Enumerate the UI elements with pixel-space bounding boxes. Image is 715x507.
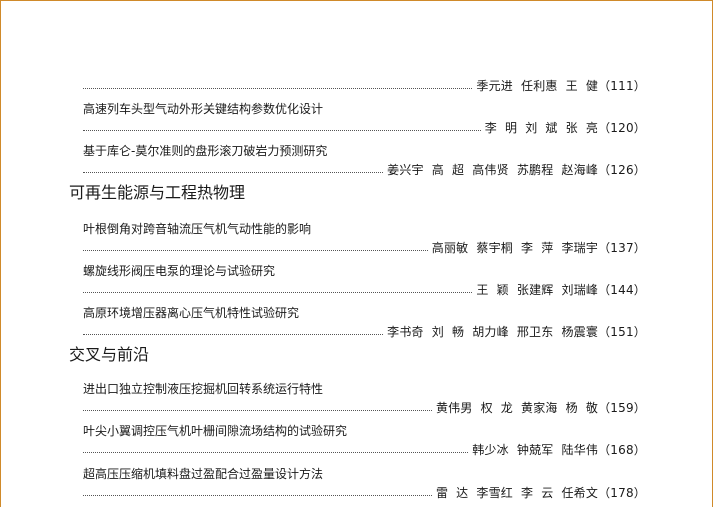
toc-title[interactable]: 基于库仑-莫尔准则的盘形滚刀破岩力预测研究 [83, 144, 327, 158]
toc-authors: 韩少冰 钟兢军 陆华伟（168） [472, 443, 646, 457]
toc-authors: 李 明 刘 斌 张 亮（120） [484, 121, 646, 135]
leader-dots [83, 291, 473, 293]
leader-dots [83, 409, 432, 411]
toc-author-line: 李书奇 刘 畅 胡力峰 邢卫东 杨震寰（151） [83, 323, 646, 339]
toc-authors: 姜兴宇 高 超 高伟贤 苏鹏程 赵海峰（126） [387, 163, 646, 177]
toc-authors: 李书奇 刘 畅 胡力峰 邢卫东 杨震寰（151） [387, 325, 646, 339]
toc-author-line: 黄伟男 权 龙 黄家海 杨 敬（159） [83, 399, 646, 415]
toc-author-line: 王 颖 张建辉 刘瑞峰（144） [83, 281, 646, 297]
toc-authors: 王 颖 张建辉 刘瑞峰（144） [476, 283, 646, 297]
toc-title[interactable]: 螺旋线形阀压电泵的理论与试验研究 [83, 264, 275, 278]
toc-author-line: 姜兴宇 高 超 高伟贤 苏鹏程 赵海峰（126） [83, 161, 646, 177]
toc-title[interactable]: 叶尖小翼调控压气机叶栅间隙流场结构的试验研究 [83, 424, 347, 438]
toc-page: 季元进 任利惠 王 健（111） 高速列车头型气动外形关键结构参数优化设计 李 … [0, 0, 713, 507]
toc-title[interactable]: 叶根倒角对跨音轴流压气机气动性能的影响 [83, 222, 311, 236]
leader-dots [83, 249, 428, 251]
leader-dots [83, 129, 481, 131]
toc-authors: 黄伟男 权 龙 黄家海 杨 敬（159） [435, 401, 646, 415]
toc-title[interactable]: 高速列车头型气动外形关键结构参数优化设计 [83, 102, 323, 116]
leader-dots [83, 87, 473, 89]
toc-title[interactable]: 超高压压缩机填料盘过盈配合过盈量设计方法 [83, 467, 323, 481]
toc-title[interactable]: 进出口独立控制液压挖掘机回转系统运行特性 [83, 382, 323, 396]
section-heading: 可再生能源与工程热物理 [69, 183, 246, 202]
toc-author-line: 季元进 任利惠 王 健（111） [83, 77, 646, 93]
leader-dots [83, 333, 384, 335]
leader-dots [83, 451, 469, 453]
toc-authors: 雷 达 李雪红 李 云 任希文（178） [435, 486, 646, 500]
toc-author-line: 雷 达 李雪红 李 云 任希文（178） [83, 484, 646, 500]
toc-author-line: 韩少冰 钟兢军 陆华伟（168） [83, 441, 646, 457]
toc-author-line: 李 明 刘 斌 张 亮（120） [83, 119, 646, 135]
leader-dots [83, 171, 384, 173]
leader-dots [83, 494, 432, 496]
toc-authors: 季元进 任利惠 王 健（111） [476, 79, 646, 93]
toc-title[interactable]: 高原环境增压器离心压气机特性试验研究 [83, 306, 299, 320]
section-heading: 交叉与前沿 [69, 345, 150, 364]
toc-author-line: 高丽敏 蔡宇桐 李 萍 李瑞宇（137） [83, 239, 646, 255]
toc-authors: 高丽敏 蔡宇桐 李 萍 李瑞宇（137） [431, 241, 646, 255]
